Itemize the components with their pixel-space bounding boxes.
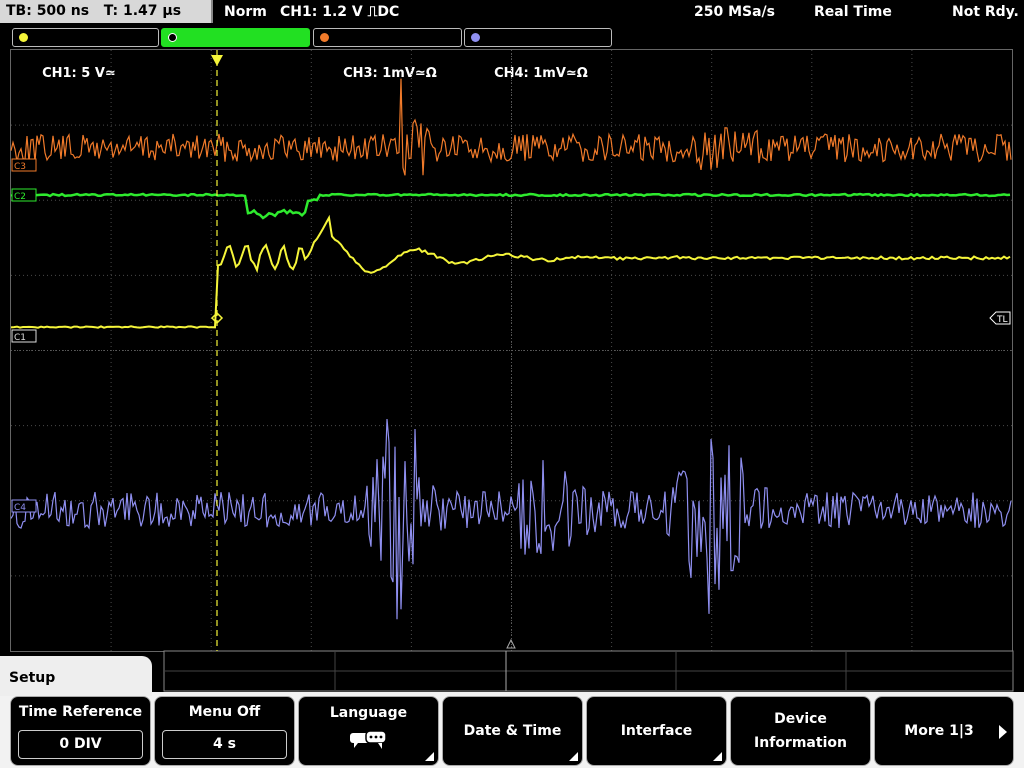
- ch3-level-marker-label: C3: [14, 162, 26, 172]
- time-reference-value: 0 DIV: [18, 730, 143, 759]
- trigger-level-marker: TL: [989, 311, 1011, 325]
- ch3-trace: [10, 78, 1012, 176]
- ch2-level-marker: C2: [11, 188, 37, 202]
- next-page-arrow-icon: [999, 725, 1007, 739]
- interface-softkey[interactable]: Interface: [586, 696, 727, 766]
- ch1-level-marker: C1: [11, 329, 37, 343]
- submenu-corner-icon: [713, 752, 722, 761]
- submenu-corner-icon: [569, 752, 578, 761]
- softkey-label: Device: [774, 711, 827, 727]
- ch2-trace: [10, 192, 1011, 220]
- submenu-corner-icon: [425, 752, 434, 761]
- menu-off-value: 4 s: [162, 730, 287, 759]
- ch1-level-marker-label: C1: [14, 333, 26, 343]
- ch3-level-marker: C3: [11, 158, 37, 172]
- waveform-canvas: C3 C2 C1 C4 TL: [10, 50, 1014, 692]
- trigger-level-label: TL: [996, 315, 1008, 325]
- softkey-label: Date & Time: [463, 723, 562, 739]
- trigger-position-icon: [211, 55, 223, 66]
- time-reference-softkey[interactable]: Time Reference 0 DIV: [10, 696, 151, 766]
- date-time-softkey[interactable]: Date & Time: [442, 696, 583, 766]
- more-softkey[interactable]: More 1|3: [874, 696, 1014, 766]
- softkey-label: Time Reference: [18, 704, 143, 720]
- menu-title: Setup: [0, 656, 152, 696]
- softkey-label: Menu Off: [188, 704, 261, 720]
- menu-off-softkey[interactable]: Menu Off 4 s: [154, 696, 295, 766]
- softkey-label: More 1|3: [904, 723, 974, 739]
- ch2-level-marker-label: C2: [14, 192, 26, 202]
- softkey-label: Interface: [620, 723, 693, 739]
- ch4-level-marker: C4: [11, 499, 37, 513]
- ch1-trace: [10, 214, 1011, 329]
- ch4-level-marker-label: C4: [14, 503, 26, 513]
- device-information-softkey[interactable]: Device Information: [730, 696, 871, 766]
- softkey-label: Language: [329, 705, 408, 721]
- speech-bubble-icon: [350, 730, 387, 749]
- language-softkey[interactable]: Language: [298, 696, 439, 766]
- softkey-label-line2: Information: [754, 735, 847, 751]
